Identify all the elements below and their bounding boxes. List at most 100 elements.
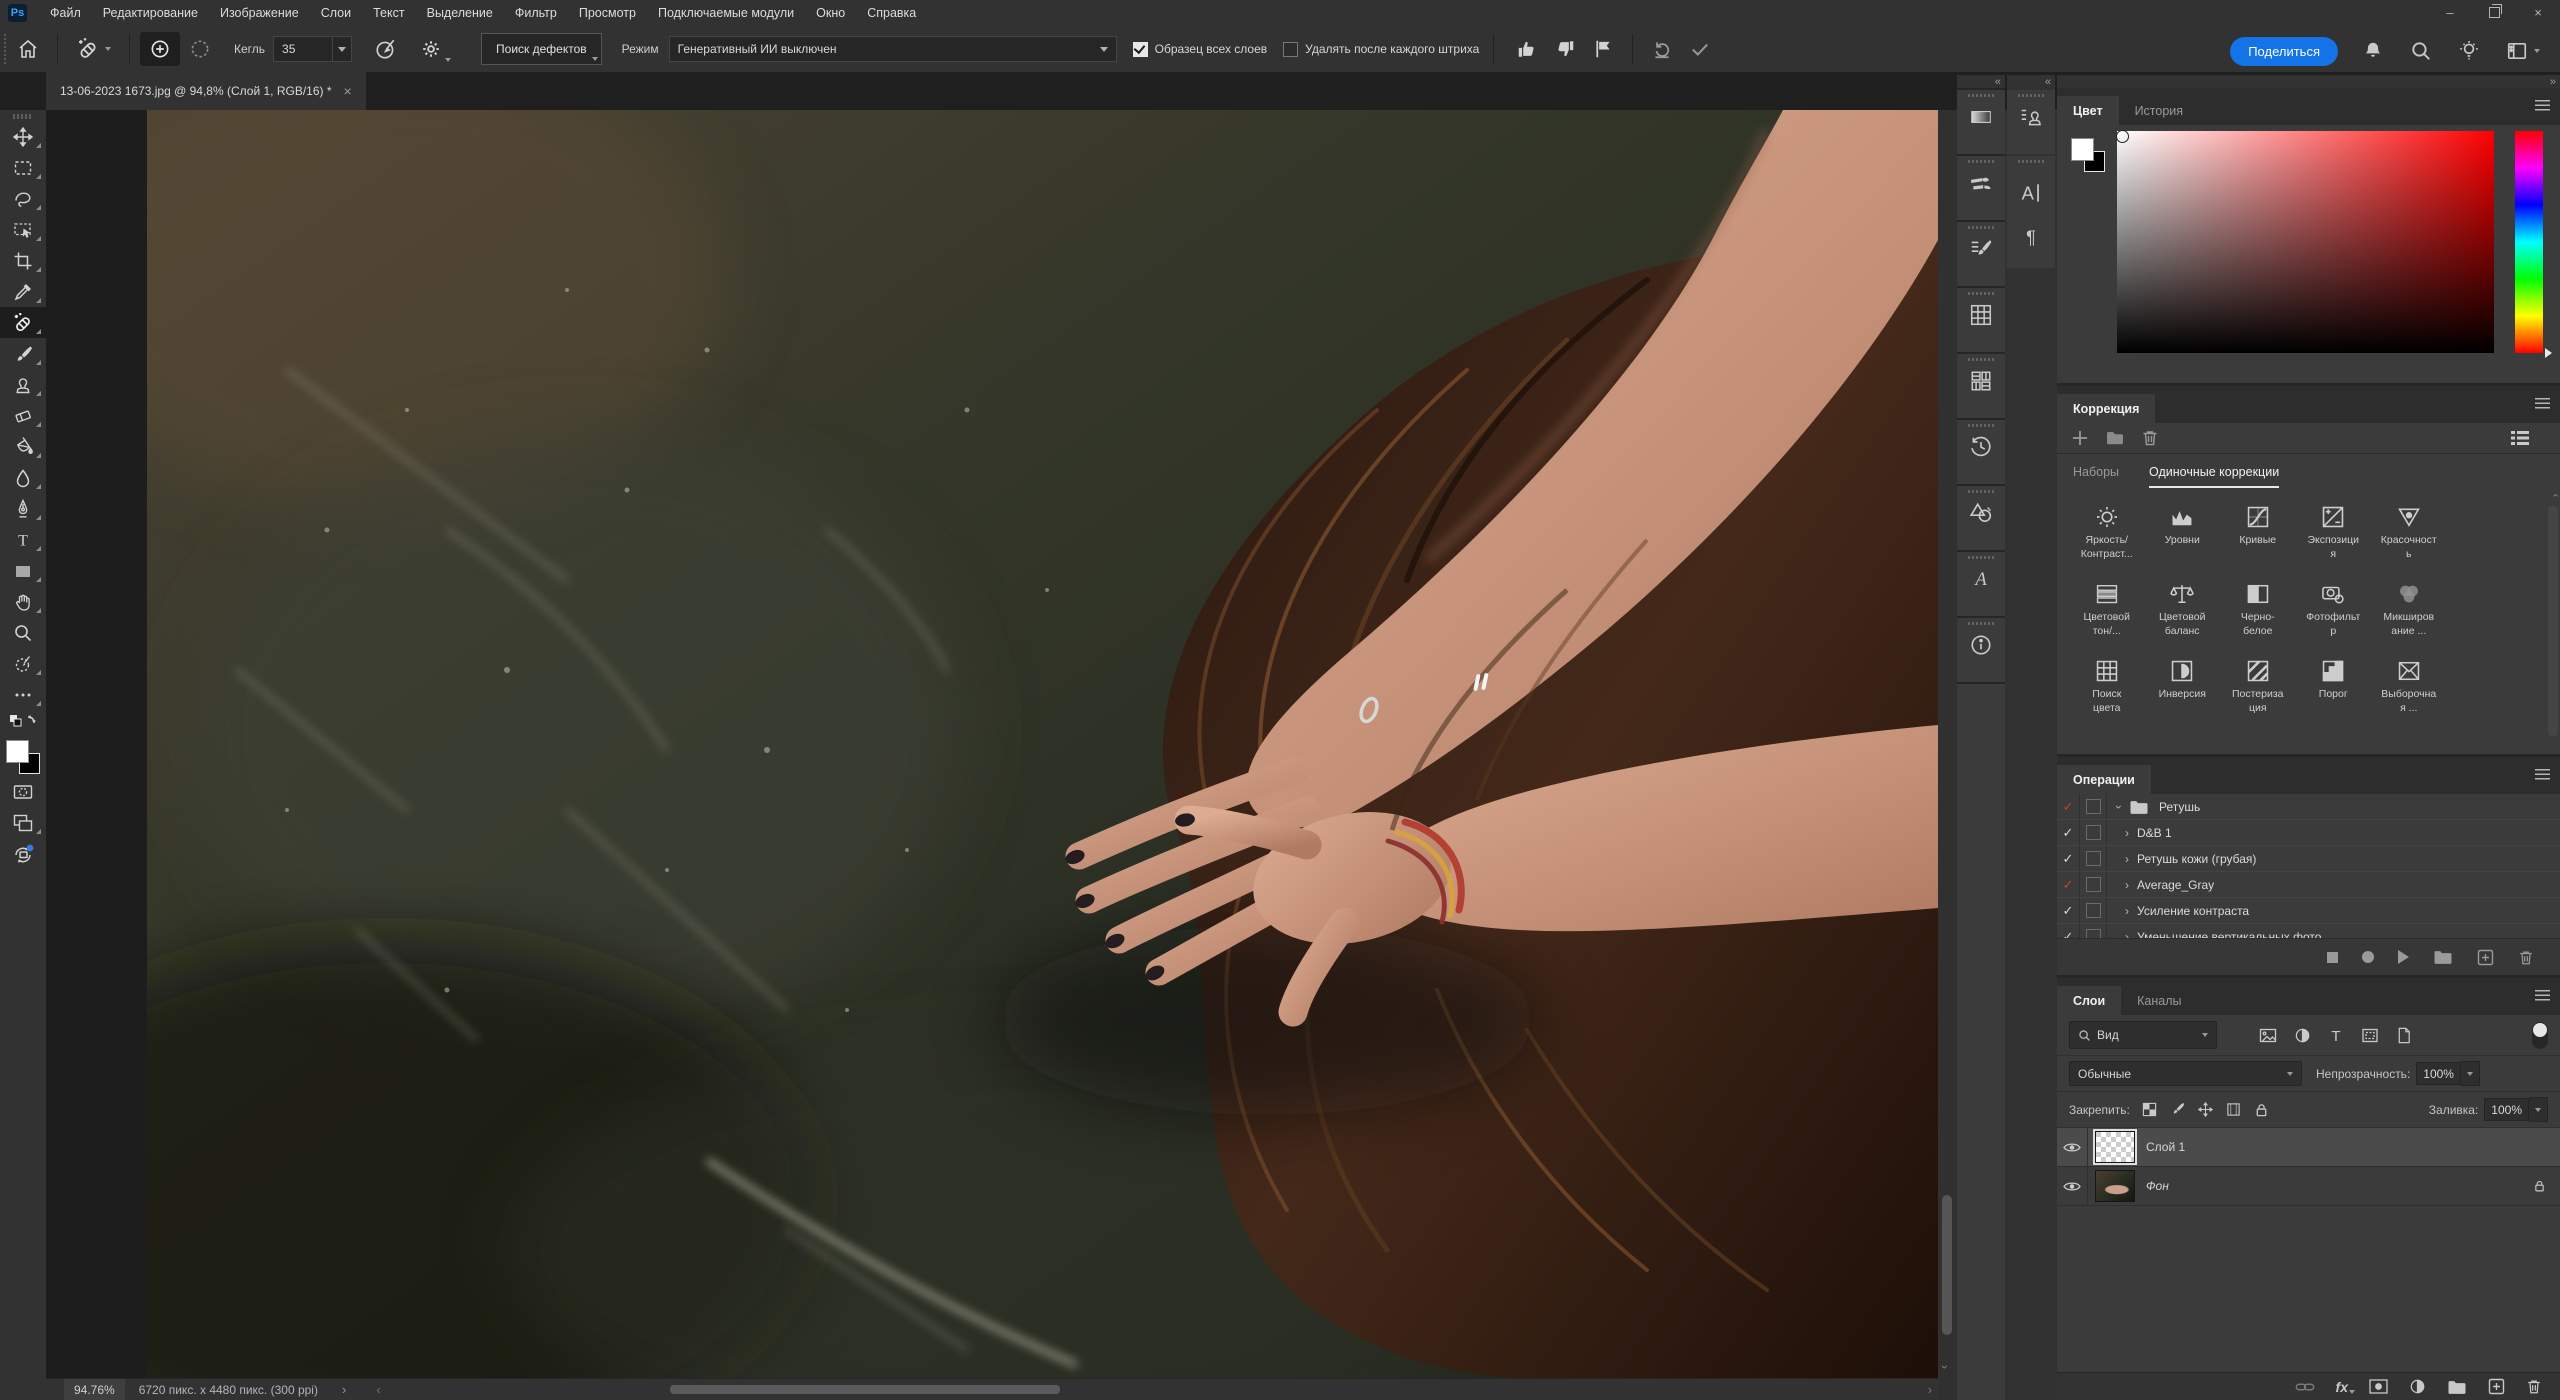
vertical-scrollbar[interactable]: ›: [1938, 110, 1957, 1400]
menu-window[interactable]: Окно: [805, 0, 856, 26]
zoom-level-field[interactable]: 94.76%: [64, 1379, 125, 1400]
shape-tool[interactable]: [0, 555, 46, 586]
feedback-like-button[interactable]: [1508, 32, 1546, 66]
toolbar-grip[interactable]: [13, 114, 33, 119]
foreground-color-swatch[interactable]: [2071, 138, 2094, 161]
menu-plugins[interactable]: Подключаемые модули: [647, 0, 805, 26]
brush-tool[interactable]: [0, 338, 46, 369]
trash-icon[interactable]: [2526, 1378, 2542, 1395]
whats-new-button[interactable]: [0, 838, 46, 869]
document-image[interactable]: [147, 110, 1938, 1379]
panel-menu-icon[interactable]: [2535, 100, 2550, 111]
history-panel-button[interactable]: [1957, 420, 2005, 484]
clone-stamp-tool[interactable]: [0, 369, 46, 400]
tab-single-adjustments[interactable]: Одиночные коррекции: [2149, 454, 2279, 490]
menu-help[interactable]: Справка: [856, 0, 927, 26]
notifications-button[interactable]: [2354, 34, 2392, 68]
default-swap-colors[interactable]: [0, 710, 46, 734]
tab-presets[interactable]: Наборы: [2073, 454, 2119, 490]
layer-thumbnail[interactable]: [2096, 1132, 2134, 1162]
clone-source-panel-button[interactable]: [2007, 90, 2055, 154]
tab-color[interactable]: Цвет: [2057, 96, 2119, 125]
saturation-brightness-field[interactable]: [2117, 131, 2494, 353]
character-panel-button[interactable]: A: [2018, 171, 2044, 215]
options-grip[interactable]: [2, 34, 9, 64]
status-flyout-icon[interactable]: ›: [342, 1382, 346, 1397]
action-dialog-toggle[interactable]: [2080, 820, 2107, 845]
action-row[interactable]: ✓ › Усиление контраста: [2057, 898, 2560, 924]
fill-dropdown[interactable]: 100%: [2484, 1097, 2548, 1122]
adjustment-hue-saturation[interactable]: Цветовой тон/...: [2069, 581, 2145, 658]
brush-angle-button[interactable]: [366, 32, 406, 66]
adjustment-threshold[interactable]: Порог: [2296, 658, 2372, 735]
panel-menu-icon[interactable]: [2535, 769, 2550, 780]
adjustment-selective-color[interactable]: Выборочна я ...: [2371, 658, 2447, 735]
menu-file[interactable]: Файл: [39, 0, 92, 26]
adjustment-vibrance[interactable]: Красочност ь: [2371, 504, 2447, 581]
menu-type[interactable]: Текст: [362, 0, 415, 26]
record-icon[interactable]: [2362, 951, 2374, 963]
layer-row-layer1[interactable]: Слой 1: [2057, 1128, 2560, 1167]
new-group-icon[interactable]: [2447, 1379, 2467, 1395]
brush-settings-panel-button[interactable]: [1957, 222, 2005, 286]
stop-icon[interactable]: [2327, 952, 2338, 963]
action-dialog-toggle[interactable]: [2080, 794, 2107, 819]
opacity-dropdown[interactable]: 100%: [2416, 1061, 2480, 1086]
action-row[interactable]: ✓ › D&B 1: [2057, 820, 2560, 846]
adjustment-black-white[interactable]: Черно- белое: [2220, 581, 2296, 658]
restore-button[interactable]: [2472, 0, 2516, 25]
feedback-dislike-button[interactable]: [1546, 32, 1584, 66]
add-adjustment-icon[interactable]: [2071, 429, 2089, 447]
canvas-area[interactable]: 94.76% 6720 пикс. x 4480 пикс. (300 ppi)…: [46, 110, 1938, 1400]
discover-button[interactable]: [2450, 34, 2488, 68]
adjustment-levels[interactable]: Уровни: [2145, 504, 2221, 581]
filter-adjustment-layers-icon[interactable]: [2294, 1027, 2311, 1044]
sample-all-layers-checkbox[interactable]: Образец всех слоев: [1133, 42, 1268, 57]
adjustment-brightness-contrast[interactable]: Яркость/ Контраст...: [2069, 504, 2145, 581]
blend-mode-dropdown[interactable]: Обычные: [2069, 1061, 2302, 1086]
new-action-icon[interactable]: [2477, 949, 2494, 966]
adjustment-exposure[interactable]: Экспозици я: [2296, 504, 2372, 581]
new-spot-mode-button[interactable]: [140, 32, 180, 66]
pen-tool[interactable]: [0, 493, 46, 524]
minimize-button[interactable]: –: [2428, 0, 2472, 25]
lock-pixels-brush-icon[interactable]: [2170, 1102, 2185, 1117]
spot-healing-brush-tool[interactable]: [0, 307, 46, 338]
foreground-color-swatch[interactable]: [6, 740, 29, 763]
delete-after-stroke-checkbox[interactable]: Удалять после каждого штриха: [1283, 42, 1479, 57]
action-check-icon[interactable]: ✓: [2057, 872, 2080, 897]
adjustment-color-lookup[interactable]: Поиск цвета: [2069, 658, 2145, 735]
crop-tool[interactable]: [0, 245, 46, 276]
close-button[interactable]: ×: [2516, 0, 2560, 25]
vscroll-down-icon[interactable]: ›: [1938, 1365, 1952, 1369]
type-tool[interactable]: T: [0, 524, 46, 555]
tab-actions[interactable]: Операции: [2057, 765, 2151, 794]
close-tab-icon[interactable]: ×: [344, 83, 352, 99]
action-dialog-toggle[interactable]: [2080, 898, 2107, 923]
shapes-panel-button[interactable]: [1957, 486, 2005, 550]
quick-mask-button[interactable]: [0, 776, 46, 807]
menu-view[interactable]: Просмотр: [568, 0, 647, 26]
filter-smart-objects-icon[interactable]: [2396, 1027, 2412, 1044]
tab-channels[interactable]: Каналы: [2121, 986, 2197, 1015]
layer-thumbnail[interactable]: [2096, 1171, 2134, 1201]
tool-preset-button[interactable]: [68, 32, 119, 66]
size-dropdown[interactable]: 35: [273, 36, 352, 62]
paragraph-panel-button[interactable]: ¶: [2019, 215, 2043, 259]
lock-position-icon[interactable]: [2198, 1102, 2213, 1117]
info-panel-button[interactable]: [1957, 618, 2005, 682]
filter-pixel-layers-icon[interactable]: [2259, 1027, 2277, 1044]
filter-type-layers-icon[interactable]: T: [2328, 1027, 2344, 1044]
filter-shape-layers-icon[interactable]: [2361, 1027, 2379, 1044]
chevron-down-icon[interactable]: ›: [2112, 805, 2126, 809]
action-check-icon[interactable]: ✓: [2057, 846, 2080, 871]
tab-adjustments[interactable]: Коррекция: [2057, 394, 2155, 423]
adjustment-invert[interactable]: Инверсия: [2145, 658, 2221, 735]
chevron-right-icon[interactable]: ›: [2125, 852, 2129, 866]
hue-slider-marker[interactable]: [2545, 348, 2552, 358]
layer-name[interactable]: Фон: [2146, 1179, 2169, 1193]
lasso-tool[interactable]: [0, 183, 46, 214]
search-button[interactable]: [2402, 34, 2440, 68]
action-check-icon[interactable]: ✓: [2057, 820, 2080, 845]
folder-icon[interactable]: [2105, 429, 2125, 447]
